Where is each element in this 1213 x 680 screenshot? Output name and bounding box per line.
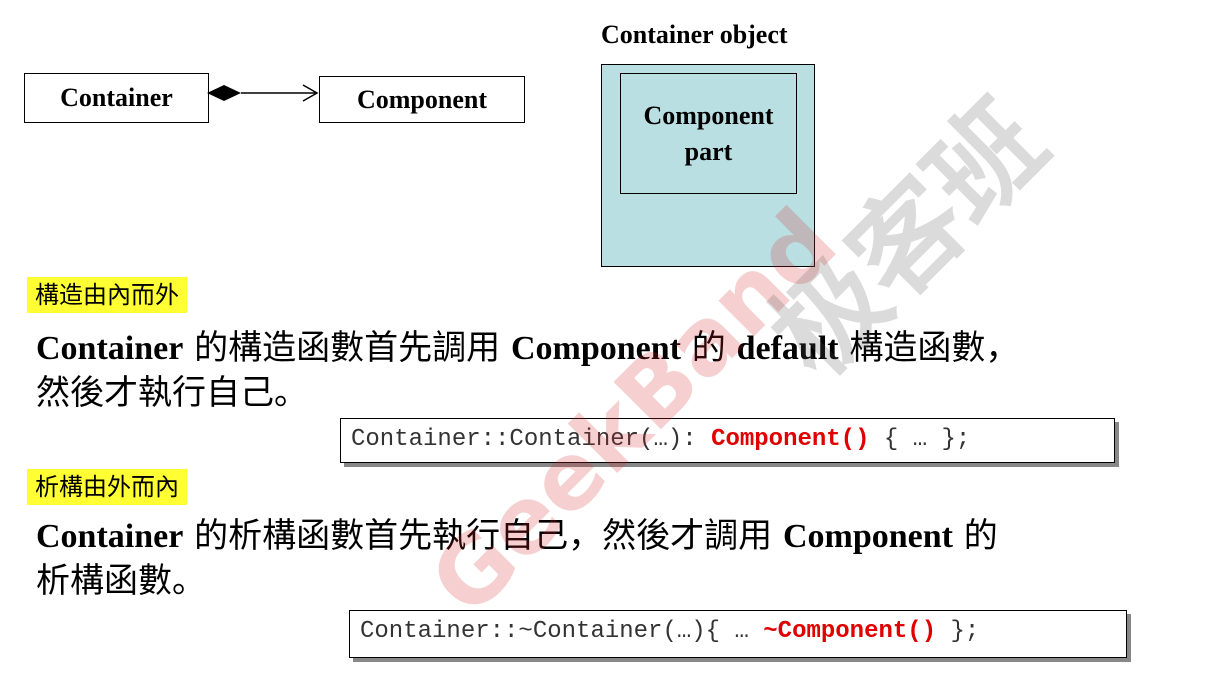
component-class-box: Component (319, 76, 525, 123)
component-part-line2: part (684, 136, 733, 166)
constructor-description: Container 的構造函數首先調用 Component 的 default … (36, 326, 1019, 416)
container-class-box: Container (24, 73, 209, 123)
component-part-line1: Component (643, 100, 774, 130)
dtor-word-container: Container (36, 518, 184, 555)
dtor-code-highlight: ~Component() (763, 618, 937, 645)
container-object-box: Component part (601, 64, 815, 267)
composition-arrow (207, 84, 319, 102)
ctor-code-suffix: { … }; (869, 426, 971, 453)
ctor-text-3: 構造函數， (838, 328, 1020, 368)
ctor-text-4: 然後才執行自己。 (36, 373, 308, 413)
container-object-title: Container object (601, 20, 788, 49)
destructor-code: Container::~Container(…){ … ~Component()… (349, 610, 1127, 658)
constructor-code: Container::Container(…): Component() { …… (340, 418, 1115, 463)
component-part-box: Component part (620, 73, 797, 194)
constructor-tag: 構造由內而外 (27, 277, 187, 313)
ctor-word-container: Container (36, 330, 184, 367)
destructor-description: Container 的析構函數首先執行自己，然後才調用 Component 的 … (36, 514, 998, 604)
dtor-text-1: 的析構函數首先執行自己，然後才調用 (183, 516, 783, 556)
dtor-word-component: Component (782, 518, 953, 555)
dtor-text-3: 析構函數。 (36, 561, 206, 601)
component-class-label: Component (356, 84, 487, 114)
dtor-code-prefix: Container::~Container(…){ … (360, 618, 764, 645)
dtor-text-2: 的 (952, 516, 998, 556)
destructor-tag: 析構由外而內 (27, 469, 187, 505)
ctor-word-default: default (736, 330, 839, 367)
composition-diamond-icon (207, 85, 241, 101)
ctor-text-2: 的 (680, 328, 737, 368)
ctor-code-prefix: Container::Container(…): (351, 426, 712, 453)
ctor-text-1: 的構造函數首先調用 (183, 328, 511, 368)
ctor-word-component: Component (510, 330, 681, 367)
dtor-code-suffix: }; (936, 618, 980, 645)
ctor-code-highlight: Component() (711, 426, 870, 453)
container-class-label: Container (60, 83, 173, 112)
